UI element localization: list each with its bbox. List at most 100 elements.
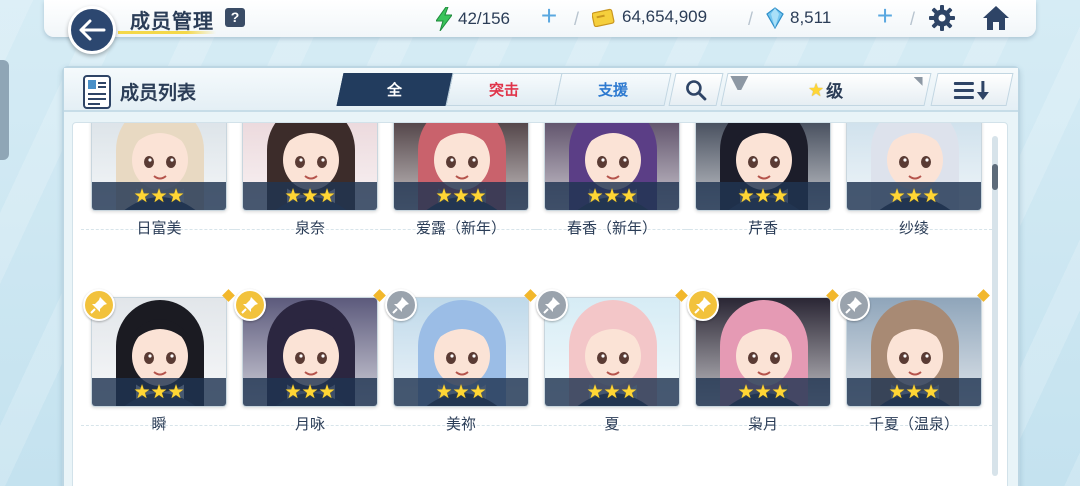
credits-value: 64,654,909 (622, 7, 708, 26)
star-rating: ★★★ (696, 182, 830, 210)
student-name: 千夏（温泉） (868, 416, 959, 433)
student-name: 瞬 (151, 416, 167, 433)
separator: / (748, 9, 754, 29)
page-title: 成员管理 (130, 11, 214, 33)
ap-value: 42/156 (458, 9, 510, 28)
star-rating-text: ★★★ (586, 381, 638, 403)
add-gems-button[interactable]: + (872, 2, 898, 30)
star-rating-text: ★★★ (284, 381, 336, 403)
add-ap-button[interactable]: + (536, 2, 562, 30)
side-drawer-handle[interactable] (0, 60, 9, 160)
search-button[interactable] (668, 73, 724, 106)
student-name: 枭月 (747, 416, 778, 433)
student-list-panel: 成员列表 全 突击 支援 ★ 级 ★★★ 日富美 ★★★ 泉奈 ★★★ 爱露（新… (62, 66, 1020, 486)
filter-funnel-icon (730, 76, 748, 90)
star-icon: ★ (808, 79, 825, 100)
separator: / (574, 9, 580, 29)
roster-icon (83, 75, 111, 109)
star-rating-text: ★★★ (888, 381, 940, 403)
student-name: 纱绫 (898, 220, 929, 237)
star-rating: ★★★ (847, 378, 981, 406)
student-name: 春香（新年） (566, 220, 657, 237)
ap-display: 42/156 (436, 7, 510, 31)
pushpin-icon (90, 297, 107, 314)
tab-assault[interactable]: 突击 (445, 73, 563, 106)
type-tabs: 全 突击 支援 (336, 73, 672, 106)
sort-descending-icon (954, 80, 989, 100)
filter-button[interactable]: ★ 级 (720, 73, 932, 106)
panel-title: 成员列表 (120, 83, 197, 104)
star-rating: ★★★ (394, 378, 528, 406)
scrollbar-thumb[interactable] (992, 164, 998, 190)
star-rating: ★★★ (92, 378, 226, 406)
star-rating-text: ★★★ (435, 381, 487, 403)
tab-all-label: 全 (387, 82, 403, 99)
separator: / (910, 9, 916, 29)
title-underline (118, 31, 216, 34)
tab-all[interactable]: 全 (336, 73, 454, 106)
lightning-icon (436, 7, 452, 31)
help-button[interactable]: ? (225, 8, 245, 27)
star-rating-text: ★★★ (435, 185, 487, 207)
student-name: 月咏 (294, 416, 325, 433)
dropdown-corner-icon (914, 77, 923, 86)
pushpin-icon (694, 297, 711, 314)
arrow-left-icon (79, 19, 106, 41)
star-rating: ★★★ (243, 378, 377, 406)
pushpin-icon (392, 297, 409, 314)
star-rating-text: ★★★ (133, 185, 185, 207)
star-rating: ★★★ (696, 378, 830, 406)
star-rating: ★★★ (847, 182, 981, 210)
student-name: 夏 (604, 416, 620, 433)
credit-icon (592, 8, 615, 27)
gems-value: 8,511 (790, 8, 832, 27)
student-portrait: ★★★ (846, 123, 982, 211)
gem-icon (766, 7, 784, 29)
pushpin-icon (845, 297, 862, 314)
star-rating: ★★★ (92, 182, 226, 210)
gems-display: 8,511 (766, 7, 831, 29)
student-grid: ★★★ 日富美 ★★★ 泉奈 ★★★ 爱露（新年） ★★★ 春香（新年） ★★★… (72, 122, 1008, 486)
pushpin-icon (241, 297, 258, 314)
student-portrait: ★★★ (393, 123, 529, 211)
star-rating: ★★★ (545, 378, 679, 406)
pin-icon[interactable] (385, 289, 417, 321)
top-bar: 成员管理 ? 42/156 + / 64,654,909 / 8,511 + / (44, 0, 1036, 37)
search-icon (686, 79, 707, 100)
student-portrait: ★★★ (695, 123, 831, 211)
pin-icon[interactable] (83, 289, 115, 321)
pin-icon[interactable] (687, 289, 719, 321)
filter-label: ★ 级 (808, 77, 843, 102)
credits-display: 64,654,909 (592, 7, 707, 27)
star-rating-text: ★★★ (737, 381, 789, 403)
student-portrait: ★★★ (242, 123, 378, 211)
panel-header: 成员列表 全 突击 支援 ★ 级 (64, 68, 1018, 112)
gear-icon[interactable] (928, 4, 956, 32)
pin-icon[interactable] (838, 289, 870, 321)
student-name: 芹香 (747, 220, 778, 237)
star-rating-text: ★★★ (284, 185, 336, 207)
tab-assault-label: 突击 (488, 82, 519, 99)
student-portrait: ★★★ (544, 123, 680, 211)
star-rating-text: ★★★ (737, 185, 789, 207)
student-name: 泉奈 (294, 220, 325, 237)
star-rating: ★★★ (394, 182, 528, 210)
star-rating-text: ★★★ (888, 185, 940, 207)
pin-icon[interactable] (536, 289, 568, 321)
student-name: 美祢 (445, 416, 476, 433)
star-rating-text: ★★★ (586, 185, 638, 207)
student-name: 爱露（新年） (415, 220, 506, 237)
home-icon[interactable] (982, 4, 1010, 32)
pin-icon[interactable] (234, 289, 266, 321)
pushpin-icon (543, 297, 560, 314)
student-portrait: ★★★ (91, 123, 227, 211)
student-name: 日富美 (136, 220, 182, 237)
star-rating: ★★★ (243, 182, 377, 210)
tab-support-label: 支援 (597, 82, 628, 99)
filter-label-text: 级 (826, 82, 844, 101)
back-button[interactable] (68, 6, 116, 54)
star-rating: ★★★ (545, 182, 679, 210)
star-rating-text: ★★★ (133, 381, 185, 403)
tab-support[interactable]: 支援 (554, 73, 672, 106)
sort-order-button[interactable] (930, 73, 1014, 106)
